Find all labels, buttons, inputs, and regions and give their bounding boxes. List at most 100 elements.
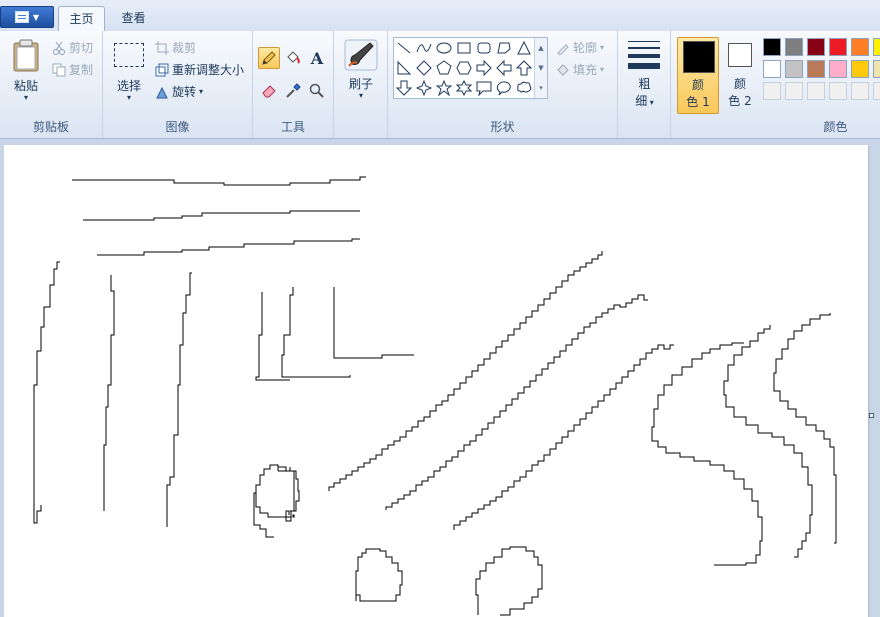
chevron-down-icon: ▼ bbox=[32, 12, 40, 22]
size-group[interactable]: 粗 细 ▾ bbox=[618, 31, 671, 138]
tab-view[interactable]: 查看 bbox=[110, 6, 157, 31]
palette-swatch-gray[interactable] bbox=[785, 38, 803, 56]
paste-button[interactable]: 粘贴 ▾ bbox=[6, 37, 46, 111]
scissors-icon bbox=[53, 41, 65, 55]
left-arrow-shape-icon[interactable] bbox=[494, 58, 514, 78]
copy-button[interactable]: 复制 bbox=[52, 61, 93, 78]
palette-swatch-custom-1[interactable] bbox=[763, 82, 781, 100]
colors-group: 颜 色 1 颜 色 2 颜色 bbox=[671, 31, 880, 138]
chevron-down-icon: ▾ bbox=[23, 93, 28, 102]
outline-icon bbox=[557, 43, 569, 55]
cloud-callout-shape-icon[interactable] bbox=[514, 78, 534, 98]
triangle-shape-icon[interactable] bbox=[514, 38, 534, 58]
tools-group-label: 工具 bbox=[280, 120, 305, 134]
pentagon-shape-icon[interactable] bbox=[434, 58, 454, 78]
color-picker-tool[interactable] bbox=[282, 80, 304, 102]
oval-callout-shape-icon[interactable] bbox=[494, 78, 514, 98]
paint-menu-button[interactable]: ▼ bbox=[0, 6, 54, 28]
palette-swatch-light-yellow[interactable] bbox=[873, 60, 880, 78]
size-label-top: 粗 bbox=[638, 77, 651, 91]
paste-label: 粘贴 bbox=[13, 79, 38, 93]
stroke bbox=[723, 325, 813, 558]
palette-swatch-white[interactable] bbox=[763, 60, 781, 78]
chevron-down-icon: ▾ bbox=[199, 87, 204, 96]
palette-swatch-custom-4[interactable] bbox=[829, 82, 847, 100]
palette-swatch-dark-red[interactable] bbox=[807, 38, 825, 56]
canvas-resize-handle[interactable] bbox=[869, 413, 874, 418]
eraser-tool[interactable] bbox=[258, 80, 280, 102]
curve-shape-icon[interactable] bbox=[414, 38, 434, 58]
rotate-button[interactable]: 旋转 ▾ bbox=[155, 83, 203, 100]
outline-label: 轮廓 bbox=[573, 41, 598, 55]
cut-label: 剪切 bbox=[69, 41, 94, 55]
document-menu-icon bbox=[14, 11, 29, 23]
text-icon: A bbox=[310, 48, 324, 68]
palette-swatch-pink[interactable] bbox=[829, 60, 847, 78]
resize-button[interactable]: 重新调整大小 bbox=[155, 61, 244, 78]
hexagon-shape-icon[interactable] bbox=[454, 58, 474, 78]
four-point-star-shape-icon[interactable] bbox=[414, 78, 434, 98]
tab-home[interactable]: 主页 bbox=[58, 6, 105, 32]
chevron-down-icon: ▾ bbox=[600, 65, 605, 74]
expand-gallery-icon[interactable]: ▾ bbox=[535, 78, 547, 98]
down-arrow-shape-icon[interactable] bbox=[394, 78, 414, 98]
outline-button[interactable]: 轮廓 ▾ bbox=[556, 39, 604, 56]
diamond-shape-icon[interactable] bbox=[414, 58, 434, 78]
palette-swatch-custom-2[interactable] bbox=[785, 82, 803, 100]
palette-swatch-yellow[interactable] bbox=[873, 38, 880, 56]
up-arrow-shape-icon[interactable] bbox=[514, 58, 534, 78]
right-arrow-shape-icon[interactable] bbox=[474, 58, 494, 78]
chevron-up-icon[interactable]: ▲ bbox=[535, 38, 547, 58]
oval-shape-icon[interactable] bbox=[434, 38, 454, 58]
stroke bbox=[255, 292, 290, 381]
palette-swatch-black[interactable] bbox=[763, 38, 781, 56]
tools-group: A 工具 bbox=[253, 31, 334, 138]
line-shape-icon[interactable] bbox=[394, 38, 414, 58]
fill-button[interactable]: 填充 ▾ bbox=[556, 61, 604, 78]
palette-swatch-brown[interactable] bbox=[807, 60, 825, 78]
color2-button[interactable]: 颜 色 2 bbox=[723, 37, 759, 114]
crop-button[interactable]: 裁剪 bbox=[155, 39, 196, 56]
color2-label-top: 颜 bbox=[733, 77, 746, 91]
stroke bbox=[253, 464, 300, 538]
resize-label: 重新调整大小 bbox=[172, 63, 245, 77]
size-label-bottom: 细 ▾ bbox=[635, 94, 654, 108]
brushes-group[interactable]: 刷子 ▾ bbox=[334, 31, 388, 138]
magnifier-icon bbox=[309, 83, 324, 98]
palette-swatch-red[interactable] bbox=[829, 38, 847, 56]
chevron-down-icon: ▾ bbox=[647, 98, 654, 107]
magnifier-tool[interactable] bbox=[306, 80, 328, 102]
rectangle-shape-icon[interactable] bbox=[454, 38, 474, 58]
cut-button[interactable]: 剪切 bbox=[52, 39, 93, 56]
palette-swatch-custom-6[interactable] bbox=[873, 82, 880, 100]
rectangular-callout-shape-icon[interactable] bbox=[474, 78, 494, 98]
palette-swatch-orange[interactable] bbox=[851, 38, 869, 56]
six-point-star-shape-icon[interactable] bbox=[454, 78, 474, 98]
fill-tool[interactable] bbox=[282, 47, 304, 69]
color1-label-bottom: 色 1 bbox=[686, 95, 710, 109]
five-point-star-shape-icon[interactable] bbox=[434, 78, 454, 98]
color2-label-bottom: 色 2 bbox=[728, 94, 752, 108]
chevron-down-icon[interactable]: ▼ bbox=[535, 58, 547, 78]
color1-swatch bbox=[683, 41, 715, 73]
color1-button[interactable]: 颜 色 1 bbox=[677, 37, 719, 114]
shapes-scrollbar[interactable]: ▲ ▼ ▾ bbox=[534, 38, 547, 98]
select-button[interactable]: 选择 ▾ bbox=[109, 39, 149, 111]
brushes-label: 刷子 bbox=[348, 77, 373, 91]
chevron-down-icon: ▾ bbox=[600, 43, 605, 52]
stroke bbox=[773, 313, 837, 544]
drawing-canvas[interactable] bbox=[4, 145, 868, 617]
pencil-tool[interactable] bbox=[258, 47, 280, 69]
palette-swatch-custom-3[interactable] bbox=[807, 82, 825, 100]
stroke bbox=[385, 294, 648, 510]
stroke bbox=[355, 548, 403, 602]
stroke bbox=[33, 261, 60, 524]
palette-swatch-gold[interactable] bbox=[851, 60, 869, 78]
palette-swatch-light-gray[interactable] bbox=[785, 60, 803, 78]
rounded-rectangle-shape-icon[interactable] bbox=[474, 38, 494, 58]
text-tool[interactable]: A bbox=[306, 47, 328, 69]
palette-swatch-custom-5[interactable] bbox=[851, 82, 869, 100]
shapes-group-label: 形状 bbox=[490, 120, 515, 134]
right-triangle-shape-icon[interactable] bbox=[394, 58, 414, 78]
polygon-shape-icon[interactable] bbox=[494, 38, 514, 58]
